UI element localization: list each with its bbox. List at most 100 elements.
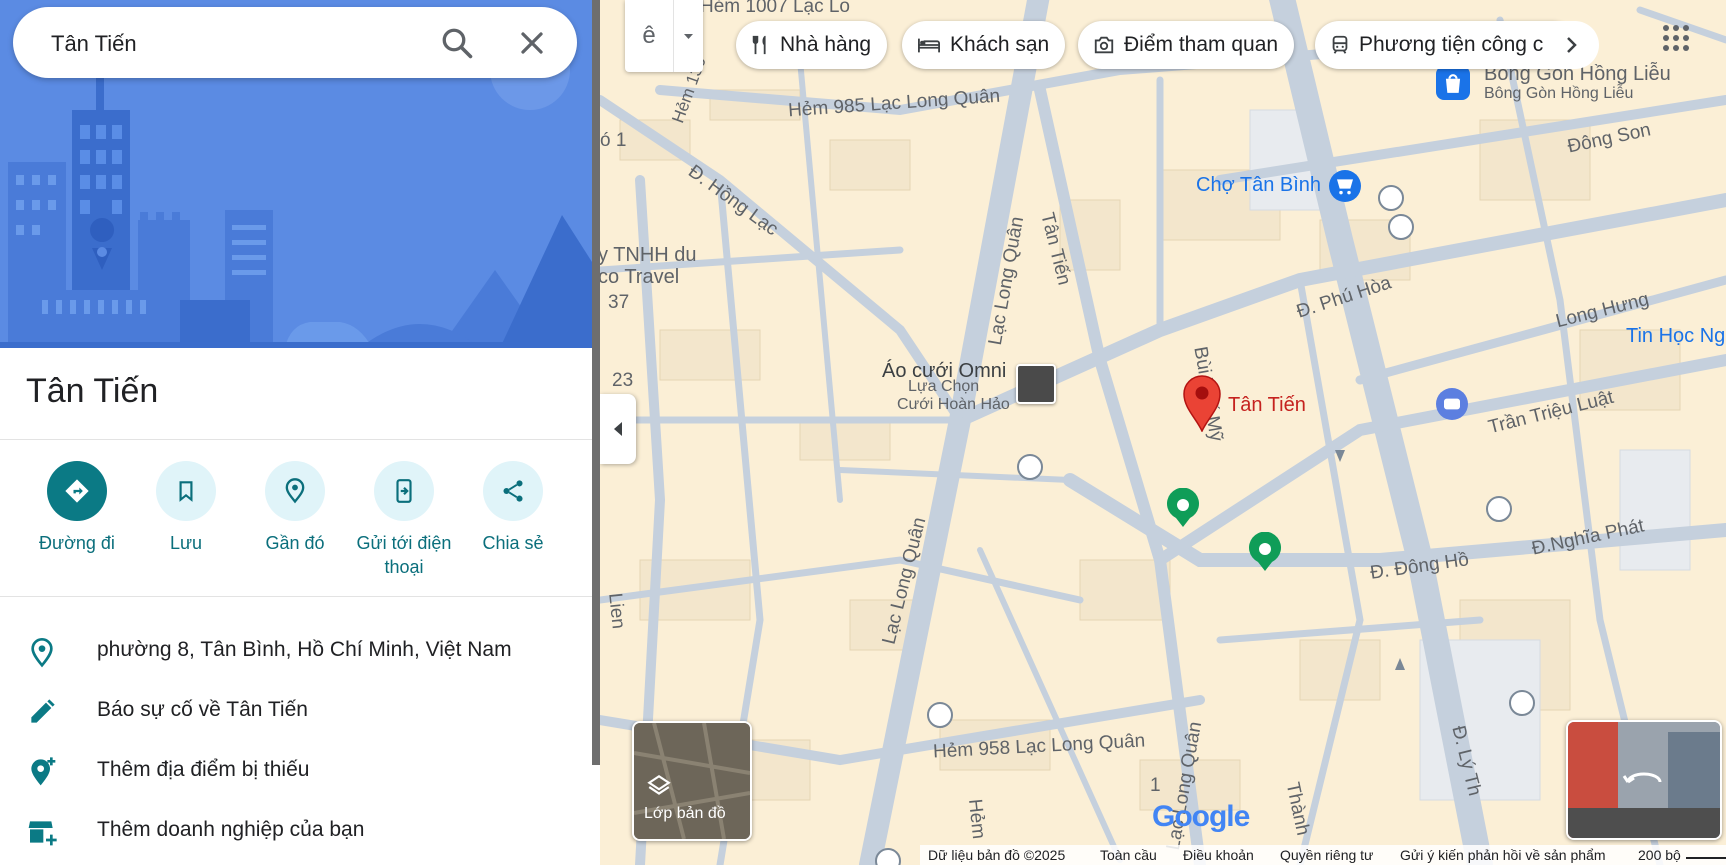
chip-restaurants-label: Nhà hàng <box>780 33 872 56</box>
share-label: Chia sẻ <box>482 533 544 553</box>
input-tools: ê <box>625 0 703 72</box>
input-tool-button[interactable]: ê <box>625 0 673 72</box>
save-label: Lưu <box>169 533 203 553</box>
green-poi-marker[interactable] <box>1248 531 1282 572</box>
map-roads <box>600 0 1726 865</box>
street-label: 23 <box>612 370 634 391</box>
bus-stop-icon[interactable] <box>1378 185 1404 211</box>
location-pin-icon <box>26 636 58 668</box>
poi-badge-icon[interactable] <box>1436 388 1468 420</box>
chip-attractions[interactable]: Điểm tham quan <box>1078 21 1295 69</box>
send-to-phone-button[interactable]: Gửi tới điện thoại <box>349 461 459 579</box>
add-business-text: Thêm doanh nghiệp của bạn <box>97 818 365 841</box>
street-label: 37 <box>608 292 630 313</box>
address-row[interactable]: phường 8, Tân Bình, Hồ Chí Minh, Việt Na… <box>0 624 592 680</box>
add-business-row[interactable]: Thêm doanh nghiệp của bạn <box>0 804 592 860</box>
shopping-cart-icon[interactable] <box>1329 170 1361 202</box>
add-business-icon <box>26 816 58 848</box>
search-icon[interactable] <box>439 25 475 61</box>
camera-icon <box>1094 36 1114 54</box>
street-label: Hẻm 1007 Lạc Lo <box>700 0 850 17</box>
directions-button[interactable]: Đường đi <box>22 461 132 555</box>
map-canvas[interactable]: Hẻm 1007 Lạc Lo Hẻm 985 Lạc Long Quân Hẻ… <box>600 0 1726 865</box>
bus-stop-icon[interactable] <box>1509 690 1535 716</box>
poi-cho-tan-binh-label[interactable]: Chợ Tân Bình <box>1196 174 1321 197</box>
privacy-link[interactable]: Quyền riêng tư <box>1280 847 1373 863</box>
place-panel: Tân Tiến Đường đi Lưu Gần đó Gửi tới điệ… <box>0 0 592 865</box>
add-location-icon <box>26 756 58 788</box>
poi-ao-cuoi-sublabel: Lựa Chọn <box>908 378 980 395</box>
bus-stop-icon[interactable] <box>1388 214 1414 240</box>
poi-photo-thumbnail[interactable] <box>1016 364 1056 404</box>
poi-travel-label-2: co Travel <box>600 266 680 288</box>
divider <box>0 439 592 440</box>
pin-label[interactable]: Tân Tiến <box>1228 394 1306 417</box>
street-label: ó 1 <box>600 130 627 151</box>
chips-next-button[interactable] <box>1547 21 1599 69</box>
bus-stop-icon[interactable] <box>1017 454 1043 480</box>
shopping-bag-icon[interactable] <box>1436 66 1470 100</box>
chip-hotels-label: Khách sạn <box>950 33 1050 56</box>
directions-label: Đường đi <box>39 533 115 553</box>
add-place-row[interactable]: Thêm địa điểm bị thiếu <box>0 744 592 800</box>
scale-label[interactable]: 200 bộ <box>1638 847 1681 863</box>
collapse-panel-button[interactable] <box>600 394 636 464</box>
chip-transit-label: Phương tiện công c <box>1359 33 1544 56</box>
bus-stop-icon[interactable] <box>1486 496 1512 522</box>
search-input[interactable] <box>49 7 413 80</box>
scale-bar <box>1686 857 1726 859</box>
chip-transit[interactable]: Phương tiện công c <box>1315 21 1576 69</box>
map-data-attribution: Dữ liệu bản đồ ©2025 <box>928 847 1066 863</box>
address-text: phường 8, Tân Bình, Hồ Chí Minh, Việt Na… <box>97 638 512 661</box>
feedback-link[interactable]: Gửi ý kiến phản hồi về sản phẩm <box>1400 847 1606 863</box>
google-logo-text: Google <box>1152 800 1250 833</box>
save-button[interactable]: Lưu <box>131 461 241 555</box>
street-view-photo <box>1568 722 1720 838</box>
poi-tin-hoc-label[interactable]: Tin Học Ng <box>1626 325 1725 348</box>
layers-icon <box>647 774 671 795</box>
street-view-thumbnail[interactable] <box>1566 720 1722 840</box>
layers-button[interactable]: Lớp bản đồ <box>632 721 752 841</box>
bookmark-icon <box>179 481 193 502</box>
poi-ao-cuoi-sublabel: Cưới Hoàn Hảo <box>897 396 1010 413</box>
search-box <box>13 7 577 80</box>
panel-scrollbar[interactable] <box>592 0 600 765</box>
dropdown-arrow-icon <box>684 34 693 39</box>
street-label: 1 <box>1150 775 1161 796</box>
chevron-right-icon <box>1567 37 1577 53</box>
global-link[interactable]: Toàn cầu <box>1100 847 1157 863</box>
terms-link[interactable]: Điều khoản <box>1183 847 1254 863</box>
divider <box>0 596 592 597</box>
apps-grid-icon[interactable] <box>1658 20 1694 56</box>
send-to-phone-label: Gửi tới điện thoại <box>356 533 452 577</box>
street-label: Hẻm <box>964 797 990 840</box>
poi-travel-label[interactable]: y TNHH du <box>600 244 697 267</box>
add-place-text: Thêm địa điểm bị thiếu <box>97 758 310 781</box>
restaurant-icon <box>752 35 766 55</box>
directions-icon <box>65 479 89 503</box>
hotel-icon <box>918 38 940 53</box>
send-to-phone-icon <box>396 479 412 503</box>
pencil-icon <box>26 696 58 728</box>
report-issue-text: Báo sự cố về Tân Tiến <box>97 698 308 721</box>
place-title: Tân Tiến <box>26 372 159 410</box>
chip-restaurants[interactable]: Nhà hàng <box>736 21 888 69</box>
street-label: Lien <box>604 591 629 630</box>
nearby-button[interactable]: Gần đó <box>240 461 350 555</box>
map-footer: Dữ liệu bản đồ ©2025 Toàn cầu Điều khoản… <box>920 845 1726 865</box>
transit-icon <box>1332 35 1348 54</box>
bus-stop-icon[interactable] <box>927 702 953 728</box>
report-issue-row[interactable]: Báo sự cố về Tân Tiến <box>0 684 592 740</box>
close-icon[interactable] <box>514 25 550 61</box>
chip-hotels[interactable]: Khách sạn <box>902 21 1066 69</box>
input-tool-dropdown[interactable] <box>674 0 703 72</box>
location-pin-marker[interactable] <box>1182 374 1222 433</box>
collapse-arrow-icon <box>614 422 622 436</box>
share-icon <box>503 480 523 502</box>
nearby-icon <box>285 478 305 504</box>
chip-attractions-label: Điểm tham quan <box>1124 33 1279 56</box>
green-poi-marker[interactable] <box>1166 487 1200 528</box>
share-button[interactable]: Chia sẻ <box>458 461 568 555</box>
nearby-label: Gần đó <box>265 533 325 553</box>
google-logo: Google <box>1152 800 1250 834</box>
